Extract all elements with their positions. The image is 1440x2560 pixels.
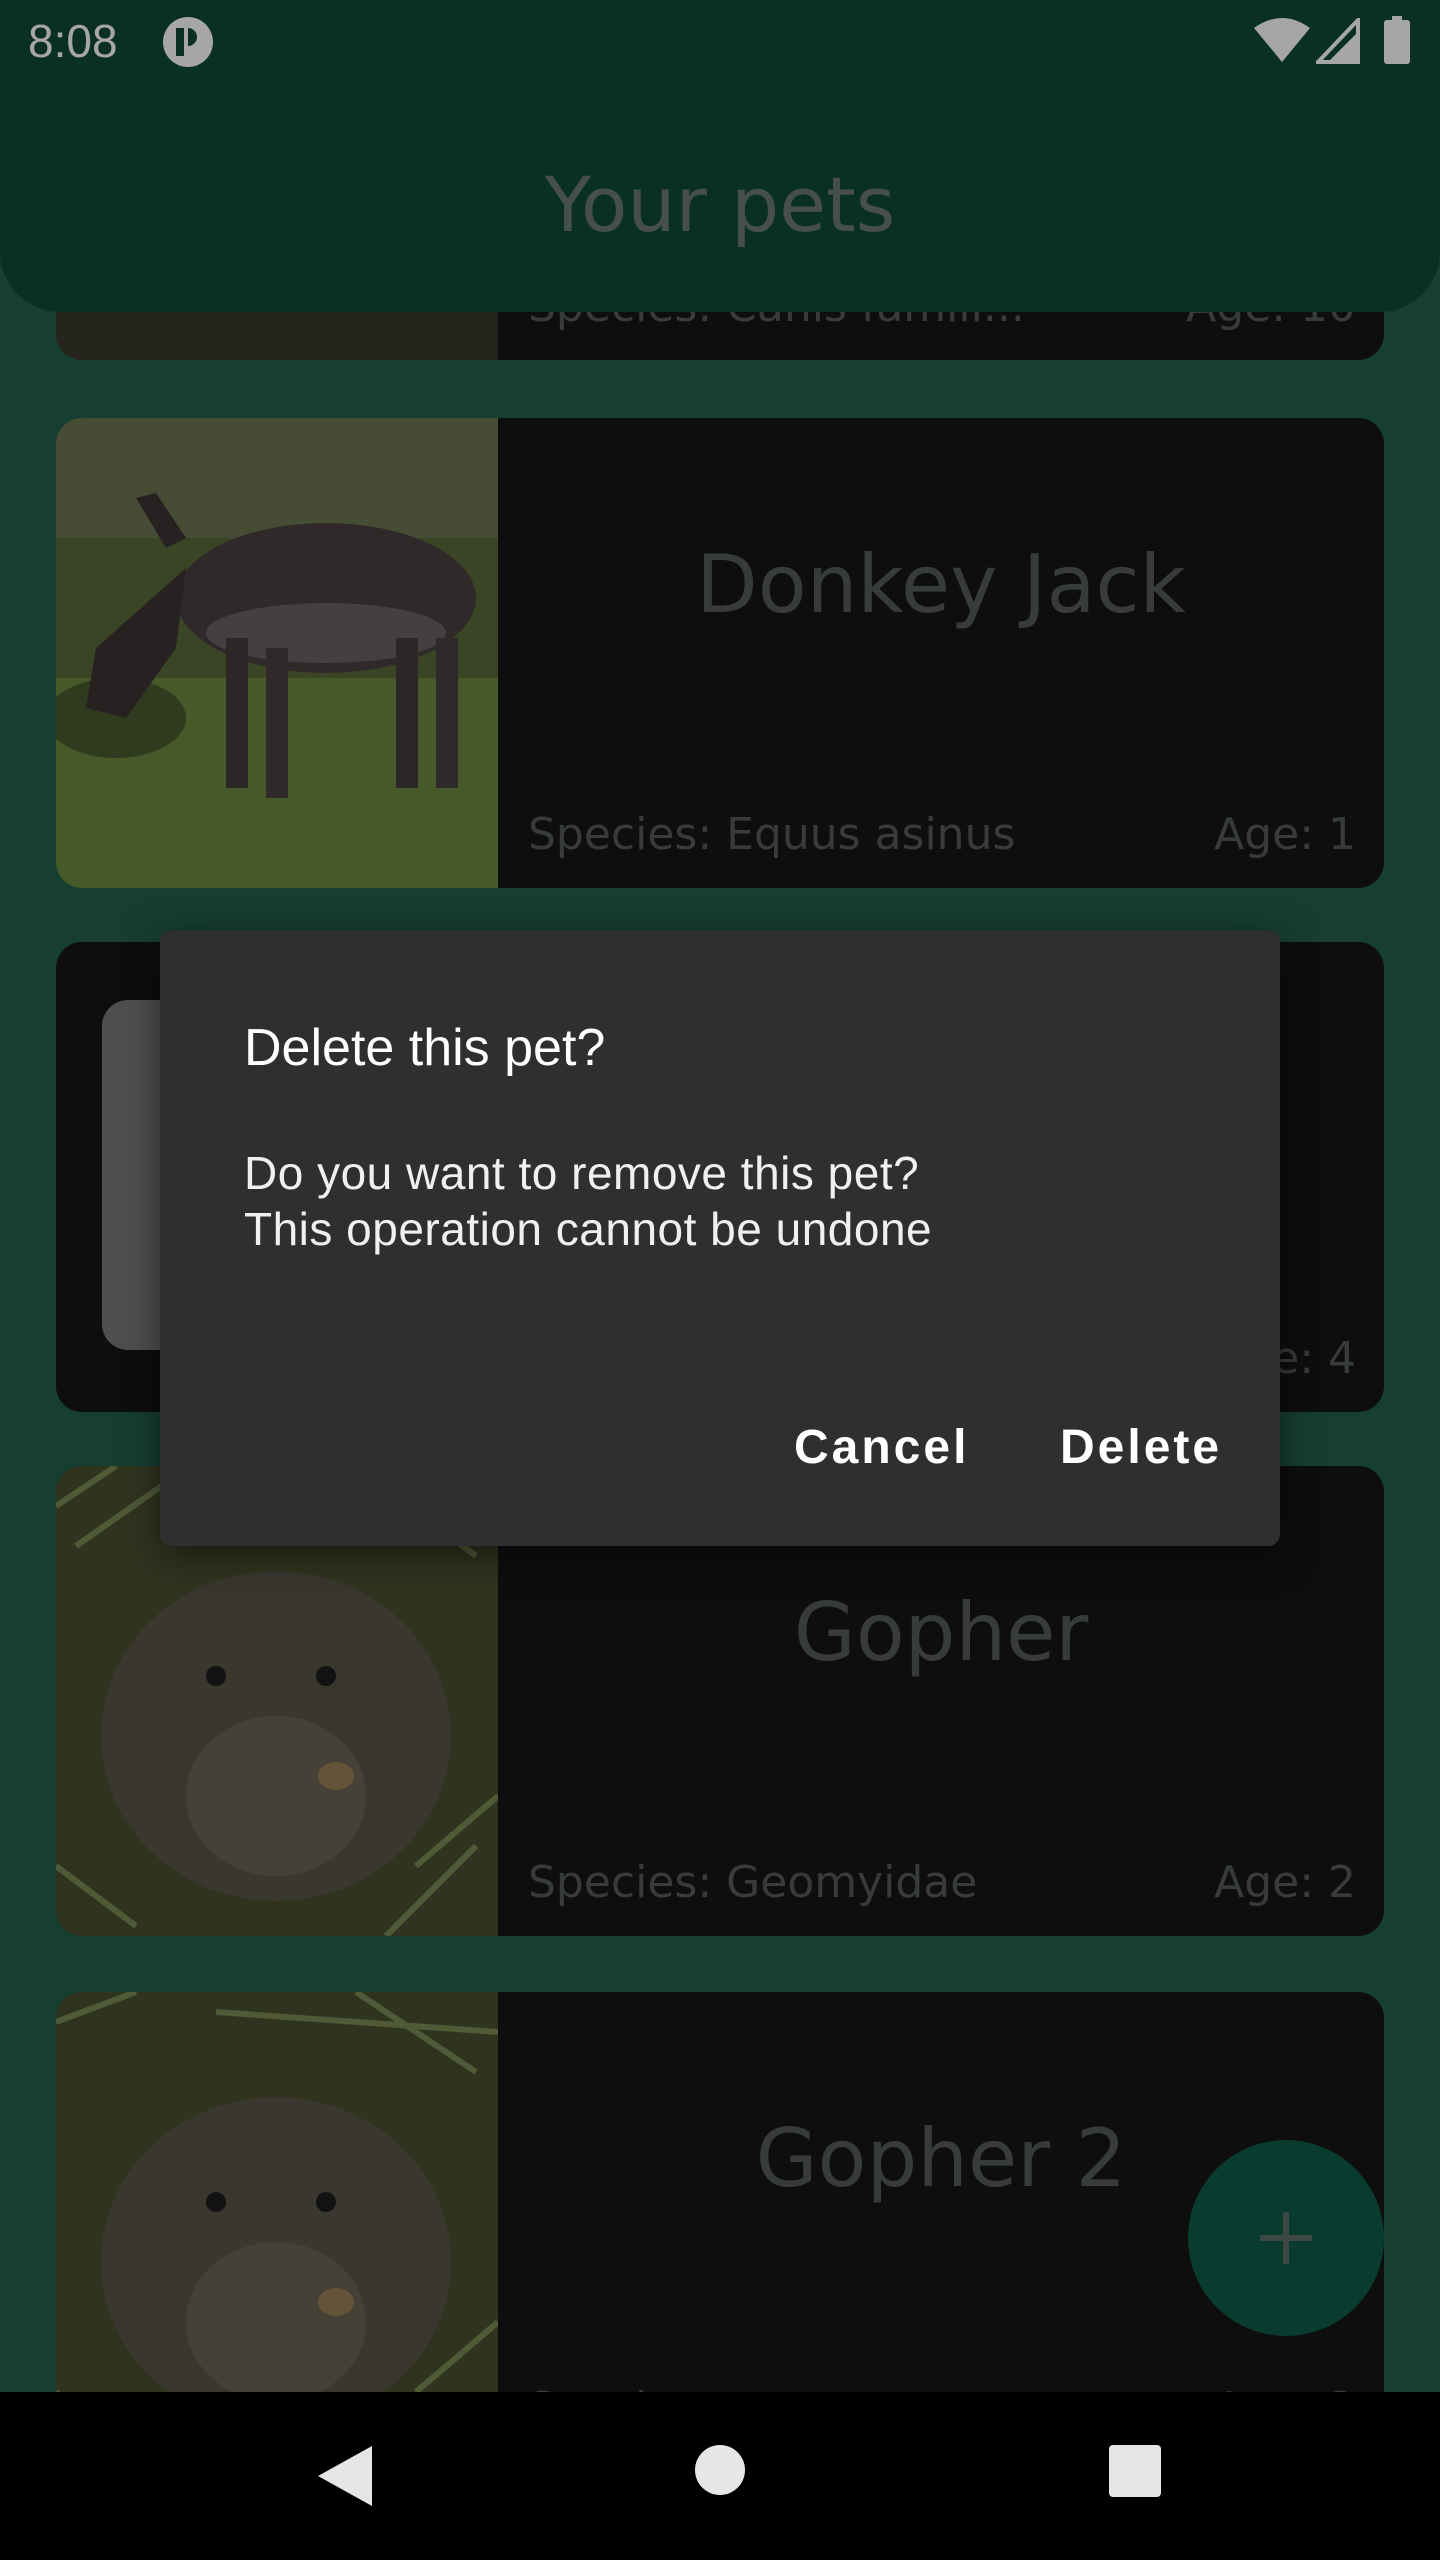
system-nav-bar (0, 2392, 1440, 2560)
plus-icon (1260, 2212, 1312, 2264)
recents-icon[interactable] (1108, 2444, 1162, 2498)
dialog-title: Delete this pet? (244, 1019, 606, 1077)
pet-name: Gopher (793, 1586, 1089, 1679)
signal-icon (1316, 18, 1360, 64)
delete-pet-dialog: Delete this pet? Do you want to remove t… (160, 930, 1280, 1546)
app-bar: Your pets (0, 84, 1440, 312)
battery-icon (1384, 16, 1410, 64)
back-icon[interactable] (316, 2444, 374, 2508)
page-title: Your pets (544, 160, 896, 249)
status-time: 8:08 (28, 15, 118, 67)
pet-species: Species: (528, 2383, 712, 2392)
pet-species: Species: Geomyidae (528, 1857, 978, 1908)
home-icon[interactable] (694, 2444, 746, 2496)
pet-photo (56, 418, 498, 888)
pet-card[interactable]: Gopher 2 Species: Age: 2 (56, 1992, 1384, 2392)
dialog-message-line-2: This operation cannot be undone (244, 1203, 933, 1255)
pet-age: Age: 1 (1214, 809, 1356, 860)
add-pet-button[interactable] (1188, 2140, 1384, 2336)
pet-photo (56, 1992, 498, 2392)
wifi-icon (1254, 18, 1310, 62)
cancel-button[interactable]: Cancel (794, 1420, 969, 1475)
pet-card[interactable]: Donkey Jack Species: Equus asinus Age: 1 (56, 418, 1384, 888)
pet-name: Donkey Jack (696, 538, 1186, 631)
dialog-message-line-1: Do you want to remove this pet? (244, 1147, 920, 1199)
app-notification-icon (163, 17, 213, 67)
status-bar: 8:08 (0, 0, 1440, 84)
pet-species: Species: Equus asinus (528, 809, 1016, 860)
pet-age: Age: 2 (1214, 1857, 1356, 1908)
pet-age: Age: 2 (1214, 2383, 1356, 2392)
pet-age: e: 4 (1272, 1333, 1356, 1384)
delete-button[interactable]: Delete (1060, 1420, 1222, 1475)
